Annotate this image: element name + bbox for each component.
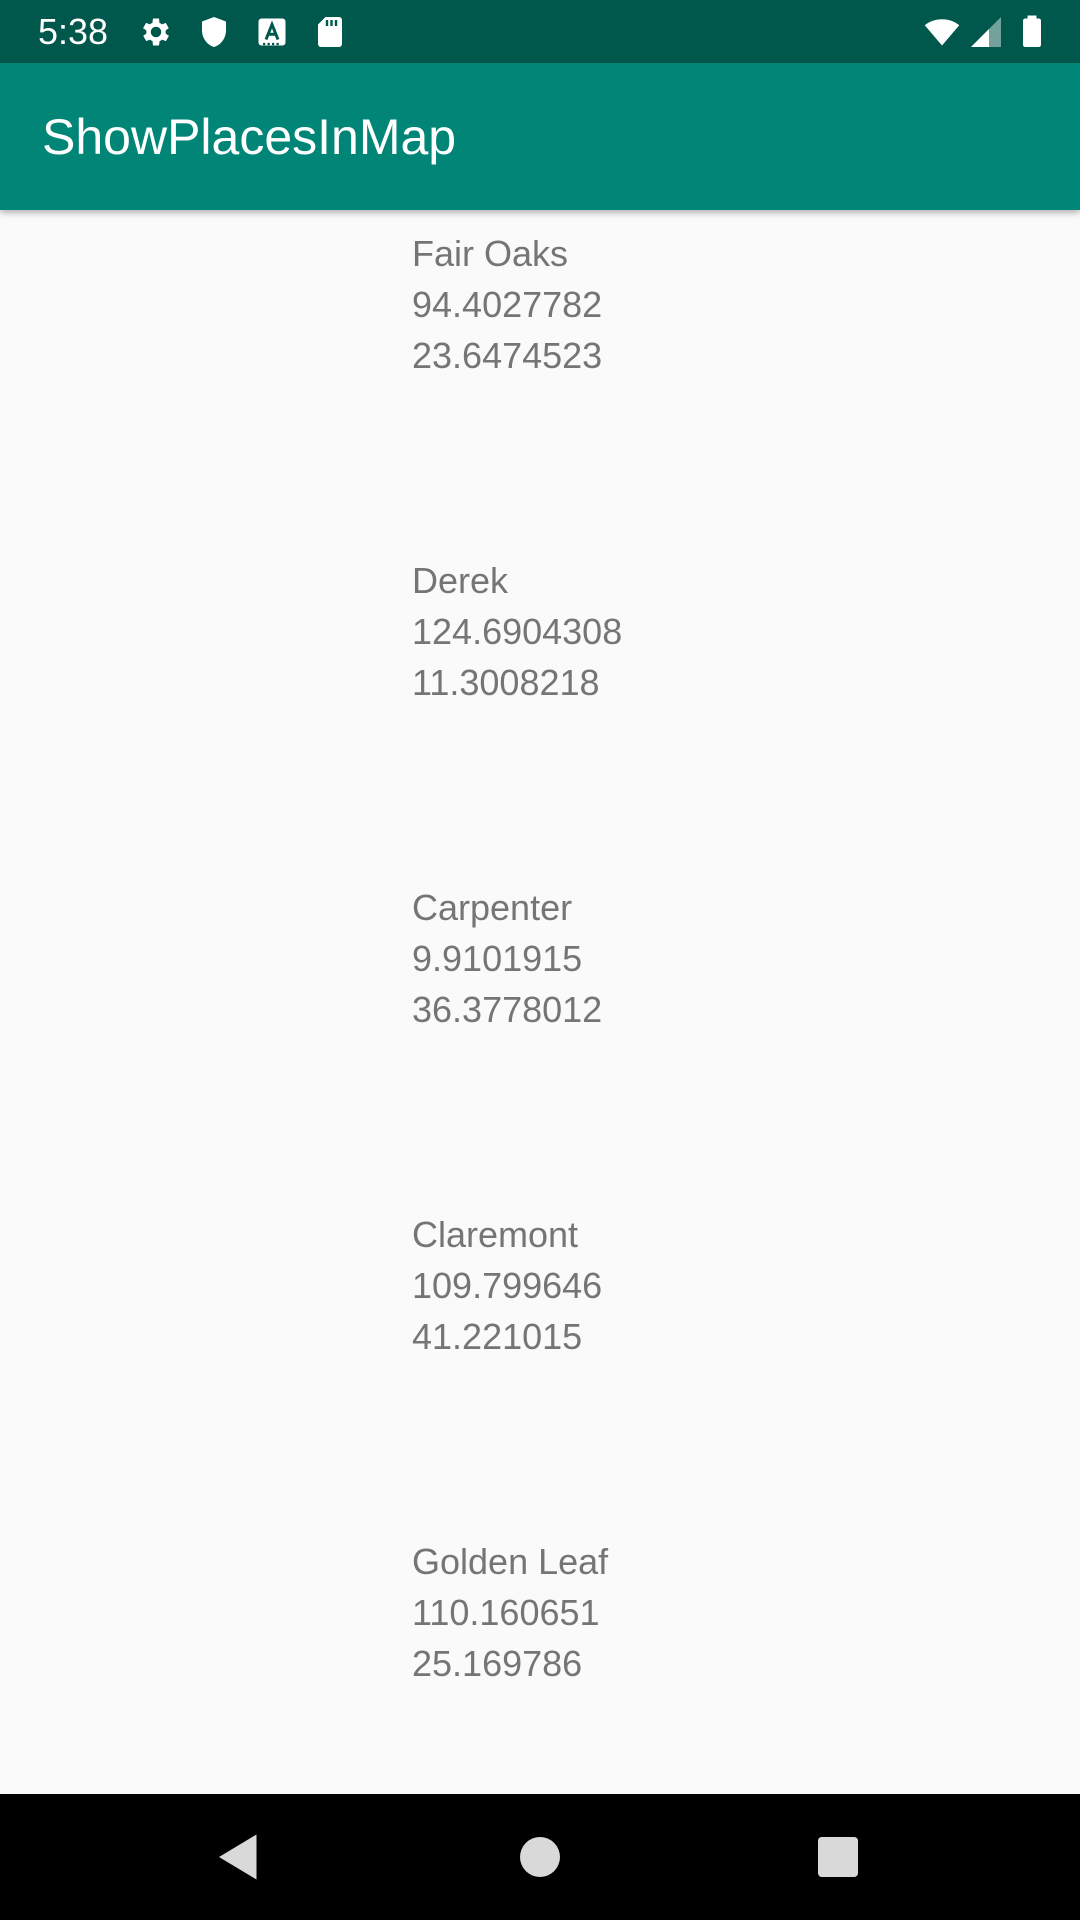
signal-icon xyxy=(968,14,1004,50)
place-name: Fair Oaks xyxy=(412,233,569,274)
place-name: Claremont xyxy=(412,1214,579,1255)
place-info: Claremont 109.799646 41.221015 xyxy=(412,1209,602,1362)
place-info: Golden Leaf 110.160651 25.169786 xyxy=(412,1536,608,1689)
place-latitude: 11.3008218 xyxy=(412,662,600,703)
place-longitude: 9.9101915 xyxy=(412,938,583,979)
gear-icon xyxy=(138,14,174,50)
place-latitude: 25.169786 xyxy=(412,1643,583,1684)
list-item[interactable]: Derek 124.6904308 11.3008218 xyxy=(0,537,1080,864)
place-longitude: 94.4027782 xyxy=(412,284,603,325)
list-item[interactable]: Golden Leaf 110.160651 25.169786 xyxy=(0,1518,1080,1794)
a-icon xyxy=(254,14,290,50)
recents-icon[interactable] xyxy=(808,1827,868,1887)
place-name: Derek xyxy=(412,560,509,601)
list-item[interactable]: Carpenter 9.9101915 36.3778012 xyxy=(0,864,1080,1191)
place-latitude: 36.3778012 xyxy=(412,989,603,1030)
place-info: Derek 124.6904308 11.3008218 xyxy=(412,555,622,708)
status-time: 5:38 xyxy=(38,11,109,52)
sd-card-icon xyxy=(312,14,348,50)
home-icon[interactable] xyxy=(510,1827,570,1887)
status-bar: 5:38 xyxy=(0,0,1080,63)
place-longitude: 124.6904308 xyxy=(412,611,623,652)
place-longitude: 109.799646 xyxy=(412,1265,603,1306)
app-bar: ShowPlacesInMap xyxy=(0,63,1080,210)
place-latitude: 41.221015 xyxy=(412,1316,583,1357)
screen: 5:38 ShowPlacesInMap Fair Oaks 94.402778… xyxy=(0,0,1080,1920)
list-item[interactable]: Claremont 109.799646 41.221015 xyxy=(0,1191,1080,1518)
shield-icon xyxy=(196,14,232,50)
battery-icon xyxy=(1014,14,1050,50)
place-name: Golden Leaf xyxy=(412,1541,609,1582)
place-name: Carpenter xyxy=(412,887,573,928)
list-item[interactable]: Fair Oaks 94.4027782 23.6474523 xyxy=(0,210,1080,537)
back-icon[interactable] xyxy=(209,1827,269,1887)
navigation-bar xyxy=(0,1794,1080,1920)
wifi-icon xyxy=(924,14,960,50)
app-title: ShowPlacesInMap xyxy=(42,109,457,165)
place-longitude: 110.160651 xyxy=(412,1592,600,1633)
place-info: Carpenter 9.9101915 36.3778012 xyxy=(412,882,602,1035)
place-list[interactable]: Fair Oaks 94.4027782 23.6474523 Derek 12… xyxy=(0,210,1080,1794)
place-latitude: 23.6474523 xyxy=(412,335,603,376)
place-info: Fair Oaks 94.4027782 23.6474523 xyxy=(412,228,602,381)
